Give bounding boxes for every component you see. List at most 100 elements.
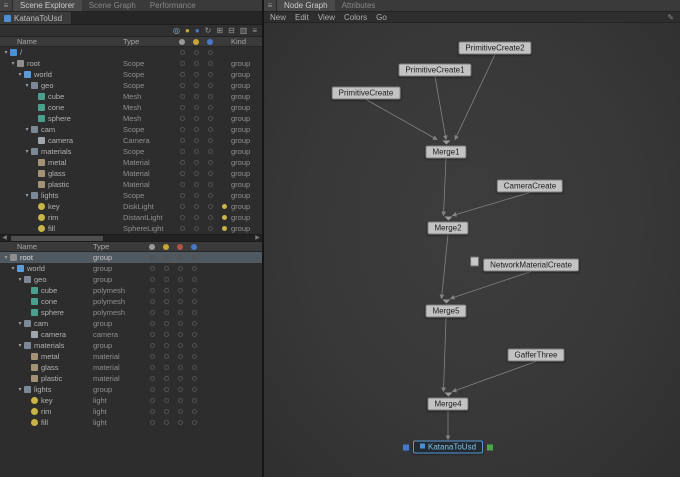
tree-row-metal[interactable]: metalmaterial (0, 351, 262, 362)
render-toggle[interactable] (173, 376, 187, 381)
menu-go[interactable]: Go (376, 13, 387, 22)
tab-scene-explorer[interactable]: Scene Explorer (13, 0, 82, 11)
viewer-toggle[interactable] (187, 266, 201, 271)
stage-tab[interactable]: KatanaToUsd (0, 12, 72, 24)
visibility-toggle[interactable] (175, 105, 189, 110)
merge-inputs-fan-icon[interactable] (444, 217, 452, 221)
panel-menu-icon[interactable]: ≡ (264, 0, 277, 11)
visibility-toggle[interactable] (175, 226, 189, 231)
column-header-visibility-icon[interactable] (145, 244, 159, 250)
visibility-toggle[interactable] (175, 215, 189, 220)
highlight-toggle[interactable] (189, 138, 203, 143)
highlight-toggle[interactable] (189, 61, 203, 66)
settings-icon[interactable]: ≡ (252, 26, 257, 36)
column-header-render-icon[interactable] (173, 244, 187, 250)
graph-node-merge5[interactable]: Merge5 (425, 305, 466, 318)
expand-all-icon[interactable]: ⊞ (216, 26, 223, 36)
highlight-yellow-icon[interactable]: ● (185, 26, 190, 36)
column-header-viewer-icon[interactable] (187, 244, 201, 250)
solo-toggle[interactable] (203, 226, 217, 231)
visibility-toggle[interactable] (145, 266, 159, 271)
viewer-toggle[interactable] (187, 365, 201, 370)
solo-toggle[interactable] (203, 215, 217, 220)
tree-row-world[interactable]: ▾worldgroup (0, 263, 262, 274)
expander-icon[interactable]: ▾ (16, 320, 24, 327)
tree-row-glass[interactable]: glassMaterialgroup (0, 168, 262, 179)
render-toggle[interactable] (173, 409, 187, 414)
collapse-all-icon[interactable]: ⊟ (228, 26, 235, 36)
tree-row-cone[interactable]: conepolymesh (0, 296, 262, 307)
edit-flag-icon[interactable] (487, 444, 493, 450)
visibility-toggle[interactable] (175, 171, 189, 176)
visibility-toggle[interactable] (175, 149, 189, 154)
tree-row-cube[interactable]: cubeMeshgroup (0, 91, 262, 102)
merge-inputs-fan-icon[interactable] (442, 141, 450, 145)
render-toggle[interactable] (173, 420, 187, 425)
tree-row-materials[interactable]: ▾materialsScopegroup (0, 146, 262, 157)
tree-row-sphere[interactable]: spherepolymesh (0, 307, 262, 318)
expander-icon[interactable]: ▾ (9, 265, 17, 272)
highlight-toggle[interactable] (159, 321, 173, 326)
highlight-toggle[interactable] (159, 409, 173, 414)
highlight-toggle[interactable] (189, 160, 203, 165)
render-toggle[interactable] (173, 299, 187, 304)
tab-scene-graph[interactable]: Scene Graph (82, 0, 143, 11)
graph-node-merge4[interactable]: Merge4 (427, 398, 468, 411)
render-toggle[interactable] (173, 343, 187, 348)
highlight-toggle[interactable] (189, 215, 203, 220)
visibility-toggle[interactable] (145, 299, 159, 304)
visibility-toggle[interactable] (175, 182, 189, 187)
highlight-blue-icon[interactable]: ● (195, 26, 200, 36)
visibility-toggle[interactable] (175, 94, 189, 99)
render-toggle[interactable] (173, 387, 187, 392)
horizontal-scrollbar[interactable]: ◀ ▶ (0, 234, 262, 242)
solo-toggle[interactable] (203, 171, 217, 176)
tab-node-graph[interactable]: Node Graph (277, 0, 335, 11)
scroll-right-icon[interactable]: ▶ (253, 234, 262, 242)
graph-node-primitivecreate1[interactable]: PrimitiveCreate1 (398, 64, 471, 77)
tree-row-glass[interactable]: glassmaterial (0, 362, 262, 373)
solo-toggle[interactable] (203, 105, 217, 110)
solo-toggle[interactable] (203, 94, 217, 99)
tree-row-metal[interactable]: metalMaterialgroup (0, 157, 262, 168)
solo-toggle[interactable] (203, 160, 217, 165)
viewer-toggle[interactable] (187, 310, 201, 315)
tree-row-key[interactable]: keyDiskLightgroup (0, 201, 262, 212)
tree-row-world[interactable]: ▾worldScopegroup (0, 69, 262, 80)
solo-toggle[interactable] (203, 116, 217, 121)
solo-toggle[interactable] (203, 83, 217, 88)
tree-row-root[interactable]: ▾rootScopegroup (0, 58, 262, 69)
visibility-toggle[interactable] (175, 160, 189, 165)
highlight-toggle[interactable] (159, 354, 173, 359)
highlight-toggle[interactable] (159, 277, 173, 282)
visibility-toggle[interactable] (145, 332, 159, 337)
render-toggle[interactable] (173, 321, 187, 326)
visibility-toggle[interactable] (145, 376, 159, 381)
visibility-toggle[interactable] (175, 50, 189, 55)
highlight-toggle[interactable] (159, 299, 173, 304)
light-mute-toggle[interactable] (217, 204, 231, 209)
highlight-toggle[interactable] (189, 204, 203, 209)
highlight-toggle[interactable] (189, 127, 203, 132)
solo-toggle[interactable] (203, 138, 217, 143)
column-header-visibility-icon[interactable] (175, 39, 189, 45)
highlight-toggle[interactable] (159, 376, 173, 381)
menu-edit[interactable]: Edit (295, 13, 309, 22)
tree-row-root[interactable]: ▾rootgroup (0, 252, 262, 263)
tree-row-lights[interactable]: ▾lightsgroup (0, 384, 262, 395)
solo-toggle[interactable] (203, 182, 217, 187)
tree-row-key[interactable]: keylight (0, 395, 262, 406)
tree-row-materials[interactable]: ▾materialsgroup (0, 340, 262, 351)
scrollbar-track[interactable] (9, 235, 253, 241)
column-header-name[interactable]: Name (0, 37, 123, 46)
merge-inputs-fan-icon[interactable] (442, 300, 450, 304)
graph-node-merge1[interactable]: Merge1 (425, 146, 466, 159)
menu-view[interactable]: View (318, 13, 335, 22)
tab-attributes[interactable]: Attributes (335, 0, 383, 11)
expander-icon[interactable]: ▾ (16, 71, 24, 78)
visibility-toggle[interactable] (175, 116, 189, 121)
visibility-toggle[interactable] (175, 193, 189, 198)
column-header-kind[interactable]: Kind (231, 37, 262, 46)
expander-icon[interactable]: ▾ (16, 386, 24, 393)
visibility-toggle[interactable] (175, 127, 189, 132)
